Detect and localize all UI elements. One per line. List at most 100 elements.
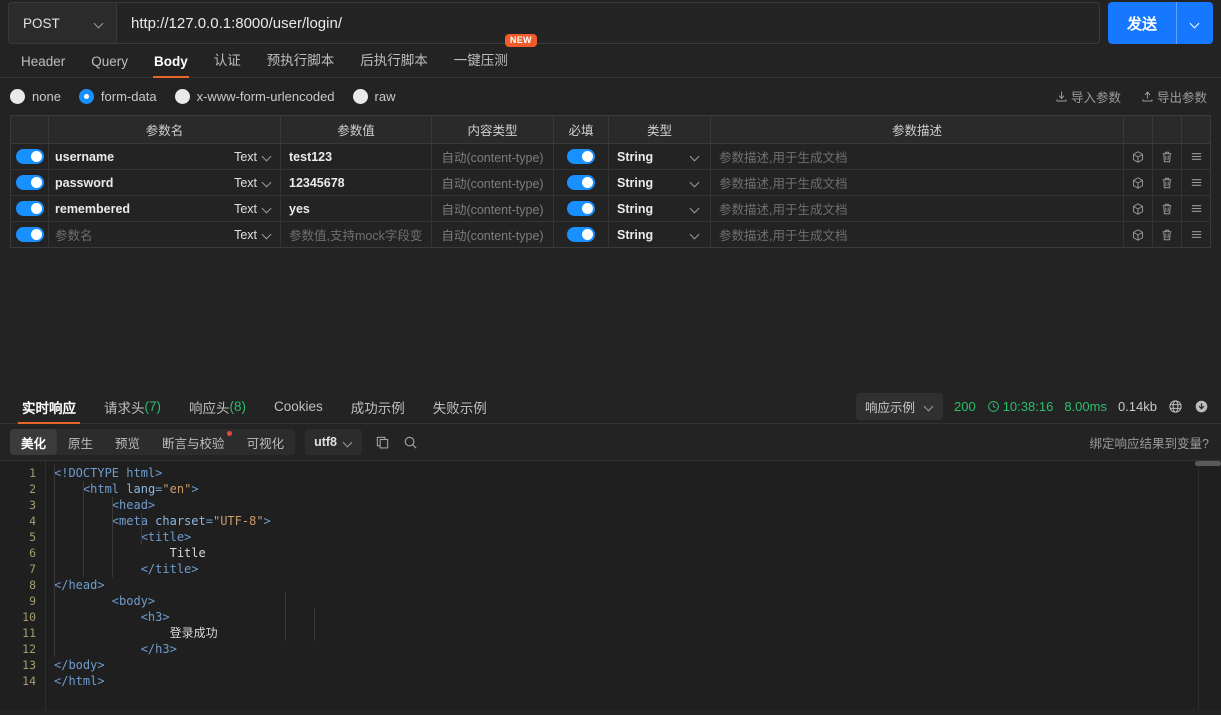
row-content-type-cell[interactable]: 自动(content-type) [431,143,554,170]
code-token: > [191,482,199,496]
response-tab-live[interactable]: 实时响应 [8,390,90,424]
tab-body[interactable]: Body [141,54,201,78]
row-enable-toggle[interactable] [15,149,44,165]
param-name-input[interactable]: password [55,176,234,190]
row-menu-action[interactable] [1181,195,1211,222]
row-cube-action[interactable] [1123,143,1153,170]
response-tab-cookies[interactable]: Cookies [260,390,337,424]
response-tab-success-example[interactable]: 成功示例 [337,390,419,424]
param-desc-input[interactable]: 参数描述,用于生成文档 [719,199,847,218]
row-enable-toggle[interactable] [15,227,44,243]
tab-pre-script[interactable]: 预执行脚本 [254,49,348,77]
trash-icon [1162,203,1172,215]
view-mode-segment: 美化 原生 预览 断言与校验 可视化 [10,429,296,455]
param-value-input[interactable]: 12345678 [289,176,345,190]
view-mode-beautify[interactable]: 美化 [10,429,58,455]
chevron-down-icon [691,178,700,187]
code-line: <title> [46,529,1221,545]
trash-icon [1162,177,1172,189]
row-content-type-cell[interactable]: 自动(content-type) [431,221,554,248]
search-button[interactable] [403,435,418,450]
params-table: 参数名 参数值 内容类型 必填 类型 参数描述 username Text test… [10,115,1211,248]
param-type-label: String [617,201,654,216]
drag-handle-icon [1191,205,1201,212]
editor-scrollbar[interactable] [1195,461,1221,466]
row-cube-action[interactable] [1123,221,1153,248]
body-type-none[interactable]: none [10,89,61,104]
tab-stress-test[interactable]: 一键压测 NEW [441,34,537,77]
row-menu-action[interactable] [1181,169,1211,196]
response-size: 0.14kb [1117,399,1157,414]
tab-query[interactable]: Query [78,54,141,77]
drag-handle-icon [1191,231,1201,238]
row-required-toggle[interactable] [567,201,595,217]
response-tab-response-headers[interactable]: 响应头 (8) [175,390,260,424]
bind-variable-link[interactable]: 绑定响应结果到变量? [1090,433,1209,452]
globe-icon[interactable] [1168,399,1183,414]
tab-post-script[interactable]: 后执行脚本 [347,49,441,77]
row-cube-action[interactable] [1123,195,1153,222]
download-icon[interactable] [1194,399,1209,414]
response-example-select[interactable]: 响应示例 [855,393,943,420]
row-menu-action[interactable] [1182,222,1211,248]
tab-label: Header [21,54,66,69]
row-delete-action[interactable] [1152,143,1182,170]
response-code-editor[interactable]: 1 2 3 4 5 6 7 8 9 10 11 12 13 14 <!DOCTYPE html> <htm… [0,460,1221,710]
response-tab-request-headers[interactable]: 请求头 (7) [90,390,175,424]
response-time-text: 10:38:16 [1002,399,1054,414]
send-button[interactable]: 发送 [1108,2,1176,44]
tab-header[interactable]: Header [8,54,78,77]
globe-glyph [1169,400,1182,413]
body-type-raw[interactable]: raw [352,89,396,104]
url-input[interactable]: http://127.0.0.1:8000/user/login/ [117,3,1099,43]
param-value-input[interactable]: 参数值,支持mock字段变 [289,225,422,244]
param-datatype-select[interactable]: Text [234,202,272,216]
row-menu-action[interactable] [1181,143,1211,170]
row-delete-action[interactable] [1152,221,1182,248]
row-required-toggle[interactable] [567,175,595,191]
encoding-select[interactable]: utf8 [305,429,362,455]
param-name-input[interactable]: 参数名 [55,225,234,244]
param-value-input[interactable]: yes [289,202,310,216]
row-content-type-cell[interactable]: 自动(content-type) [431,169,554,196]
view-mode-preview[interactable]: 预览 [104,429,151,455]
export-params-button[interactable]: 导出参数 [1141,87,1207,106]
code-line: </title> [46,561,1221,577]
send-options-button[interactable] [1177,2,1213,44]
param-value-input[interactable]: test123 [289,150,332,164]
row-enable-toggle[interactable] [15,175,44,191]
row-delete-action[interactable] [1152,169,1182,196]
param-name-input[interactable]: remembered [55,202,234,216]
body-type-form-data[interactable]: form-data [78,89,157,104]
import-params-button[interactable]: 导入参数 [1055,87,1121,106]
radio-icon [352,89,368,104]
param-desc-input[interactable]: 参数描述,用于生成文档 [719,173,847,192]
code-token: </body> [54,658,105,672]
row-required-toggle[interactable] [567,227,595,243]
trash-icon [1162,151,1172,163]
param-datatype-select[interactable]: Text [234,228,272,242]
code-line: <html lang="en"> [46,481,1221,497]
view-mode-assert[interactable]: 断言与校验 [151,429,236,455]
send-button-group[interactable]: 发送 [1107,2,1213,44]
tab-label: 认证 [213,53,241,68]
param-datatype-select[interactable]: Text [234,150,272,164]
param-name-input[interactable]: username [55,150,234,164]
param-desc-input[interactable]: 参数描述,用于生成文档 [719,147,847,166]
row-content-type-cell[interactable]: 自动(content-type) [431,195,554,222]
param-datatype-select[interactable]: Text [234,176,272,190]
tab-auth[interactable]: 认证 [201,49,254,77]
view-mode-visualize[interactable]: 可视化 [236,429,296,455]
editor-content[interactable]: <!DOCTYPE html> <html lang="en"> <head> … [45,461,1221,710]
copy-button[interactable] [375,435,390,450]
row-delete-action[interactable] [1152,195,1182,222]
row-cube-action[interactable] [1123,169,1153,196]
http-method-select[interactable]: POST [9,3,117,43]
row-enable-toggle[interactable] [15,201,44,217]
param-desc-input[interactable]: 参数描述,用于生成文档 [719,225,847,244]
view-mode-raw[interactable]: 原生 [57,429,104,455]
row-required-toggle[interactable] [567,149,595,165]
body-type-urlencoded[interactable]: x-www-form-urlencoded [174,89,335,104]
response-tab-failure-example[interactable]: 失败示例 [419,390,501,424]
export-label: 导出参数 [1156,91,1207,105]
